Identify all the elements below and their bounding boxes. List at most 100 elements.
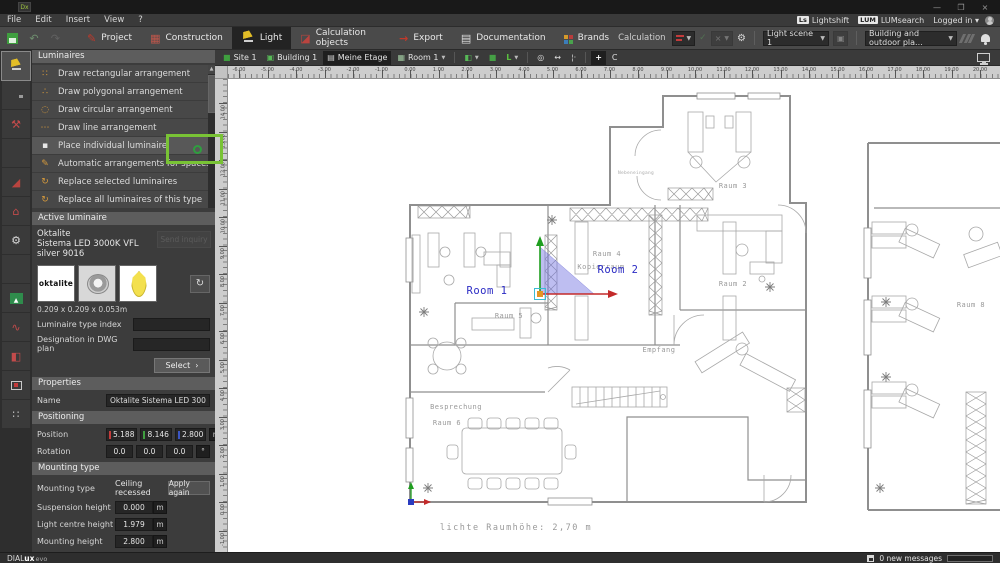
rotation-y-input[interactable]: 0.0 [136, 445, 163, 458]
nav-brands[interactable]: Brands [555, 27, 619, 49]
sidebar-tool-tools[interactable]: ⚙ [2, 226, 30, 254]
selected-luminaire[interactable] [537, 291, 543, 297]
dwg-designation-input[interactable] [133, 337, 210, 351]
display-settings-icon[interactable] [977, 53, 990, 64]
plan-label: Raum 2 [719, 280, 747, 288]
mounting-type-value[interactable]: Ceiling recessed [115, 479, 168, 497]
nav-project[interactable]: ✎ Project [78, 27, 141, 49]
menu-bar: File Edit Insert View? Ls Lightshift LUM LUMse… [0, 14, 1000, 27]
product-photo-thumbnail[interactable] [78, 265, 116, 302]
chevron-right-icon: › [195, 361, 199, 370]
type-index-input[interactable] [133, 318, 210, 331]
rotate-luminaire-button[interactable]: ↻ [190, 274, 210, 293]
user-avatar[interactable] [985, 15, 994, 25]
chevron-down-icon: ▼ [724, 34, 730, 42]
mounting-height-input[interactable]: 2.800 [115, 535, 153, 548]
menu-link-lumsearch[interactable]: LUM LUMsearch [858, 16, 924, 25]
action-draw-polygonal-arrangement[interactable]: ∴ Draw polygonal arrangement [32, 83, 215, 100]
scroll-up-icon[interactable]: ▲ [208, 65, 215, 74]
close-button[interactable]: × [978, 3, 992, 12]
suspension-height-input[interactable]: 0.000 [115, 501, 153, 514]
highlight-box [166, 134, 223, 164]
save-button[interactable] [4, 30, 21, 47]
nav-calculation-objects[interactable]: ◪ Calculation objects [291, 27, 390, 49]
select-luminaire-button[interactable]: Select › [154, 358, 210, 373]
title-bar: Dx — ❐ × [0, 0, 1000, 14]
cancel-calculation-button[interactable]: × ▼ [710, 30, 734, 46]
measure-button[interactable]: ↔ [550, 51, 565, 65]
light-centre-height-input[interactable]: 1.979 [115, 518, 153, 531]
rotation-x-input[interactable]: 0.0 [106, 445, 133, 458]
action-replace-all-luminaires-of-this-type[interactable]: ↻ Replace all luminaires of this type [32, 191, 215, 208]
chevron-down-icon: ▼ [441, 54, 446, 61]
sidebar-tool-floor-plan[interactable]: ⌂ [2, 197, 30, 225]
zoom-extents-button[interactable]: ◎ [533, 51, 548, 65]
move-tool-button[interactable]: + [591, 50, 606, 65]
menu-[interactable]: ? [131, 15, 150, 25]
sidebar-tool-furniture[interactable]: ⚒ [2, 110, 30, 138]
floor-plan-canvas[interactable]: Raum 3NebeneingangRaum 4KopierraumRaum 5… [228, 79, 1000, 552]
breadcrumb-building-1[interactable]: ▣ Building 1 [263, 51, 322, 65]
building-icon: ▣ [266, 53, 275, 62]
calculation-settings-gear-icon[interactable]: ⚙ [737, 33, 746, 44]
sidebar-tool-construction-elements[interactable]: ◧ [2, 342, 30, 370]
section-view-button[interactable]: L ▼ [502, 51, 522, 65]
rotation-z-input[interactable]: 0.0 [166, 445, 193, 458]
plan-label: Besprechung [430, 403, 482, 411]
minimize-button[interactable]: — [930, 3, 944, 12]
position-y-input[interactable]: 8.146 [140, 428, 172, 441]
sidebar-tool-colours[interactable] [2, 139, 30, 167]
menu-link-logged-in--[interactable]: Logged in ▾ [933, 16, 979, 25]
daylight-icon: ◢ [11, 175, 21, 189]
luminaire-name-input[interactable] [106, 394, 210, 407]
menu-link-lightshift[interactable]: Ls Lightshift [796, 16, 849, 25]
apply-again-button[interactable]: Apply again [167, 479, 210, 497]
plan-label: Raum 5 [495, 312, 523, 320]
action-replace-selected-luminaires[interactable]: ↻ Replace selected luminaires [32, 173, 215, 190]
undo-button[interactable]: ↶ [25, 30, 42, 47]
badge-icon: Ls [796, 16, 809, 24]
maximize-button[interactable]: ❐ [954, 3, 968, 12]
messages-count[interactable]: 0 new messages [879, 554, 942, 563]
photometric-curve-thumbnail[interactable] [119, 265, 157, 302]
breadcrumb-meine-etage[interactable]: ▤ Meine Etage [323, 50, 392, 65]
rotate-tool-button[interactable]: C [608, 51, 622, 65]
guideline-button[interactable]: ¦· [567, 51, 580, 65]
start-calculation-button[interactable]: ▼ [671, 30, 696, 46]
sidebar-tool-apertures[interactable] [2, 371, 30, 399]
sidebar-tool-render[interactable]: ▲ [2, 284, 30, 312]
light-scene-edit-button[interactable]: ▣ [833, 30, 849, 46]
send-inquiry-button[interactable]: Send inquiry [157, 231, 211, 248]
position-z-input[interactable]: 2.800 [174, 428, 207, 441]
sidebar-tool-luminaires[interactable] [1, 51, 31, 81]
redo-button[interactable]: ↷ [47, 30, 64, 47]
calculation-ok-icon: ✓ [699, 33, 707, 43]
sidebar-tool-more-objects[interactable]: ∷ [2, 400, 30, 428]
3d-view-button[interactable]: ■ [485, 51, 501, 65]
position-x-input[interactable]: 5.188 [106, 428, 138, 441]
manufacturer-logo-thumbnail[interactable]: oktalite [37, 265, 75, 302]
nav-documentation[interactable]: ▤ Documentation [452, 27, 555, 49]
sidebar-tool-daylight[interactable]: ◢ [2, 168, 30, 196]
breadcrumb-site-1[interactable]: ■ Site 1 [219, 51, 261, 65]
rotation-unit: ° [196, 445, 210, 458]
scrollbar-thumb[interactable] [208, 75, 215, 113]
floor-plan-view-button[interactable]: ◧ ▼ [460, 51, 482, 65]
nav-export[interactable]: → Export [390, 27, 452, 49]
menu-view[interactable]: View [97, 15, 131, 25]
project-mode-dropdown[interactable]: Building and outdoor pla... ▼ [865, 29, 958, 47]
action-draw-circular-arrangement[interactable]: ◌ Draw circular arrangement [32, 101, 215, 118]
light-scene-dropdown[interactable]: Light scene 1 ▼ [763, 29, 830, 47]
menu-insert[interactable]: Insert [59, 15, 97, 25]
notifications-bell-icon[interactable] [981, 34, 991, 45]
nav-light[interactable]: Light [231, 27, 292, 49]
menu-file[interactable]: File [0, 15, 28, 25]
breadcrumb-room-1[interactable]: ▦ Room 1 ▼ [393, 51, 449, 65]
automatic-arrangement-icon: ✎ [41, 158, 49, 169]
action-draw-rectangular-arrangement[interactable]: ∷ Draw rectangular arrangement [32, 65, 215, 82]
sidebar-tool-light-bulb[interactable] [2, 81, 30, 109]
sidebar-tool-energy[interactable] [2, 255, 30, 283]
sidebar-tool-wiring[interactable]: ∿ [2, 313, 30, 341]
menu-edit[interactable]: Edit [28, 15, 58, 25]
nav-construction[interactable]: ▦ Construction [141, 27, 232, 49]
